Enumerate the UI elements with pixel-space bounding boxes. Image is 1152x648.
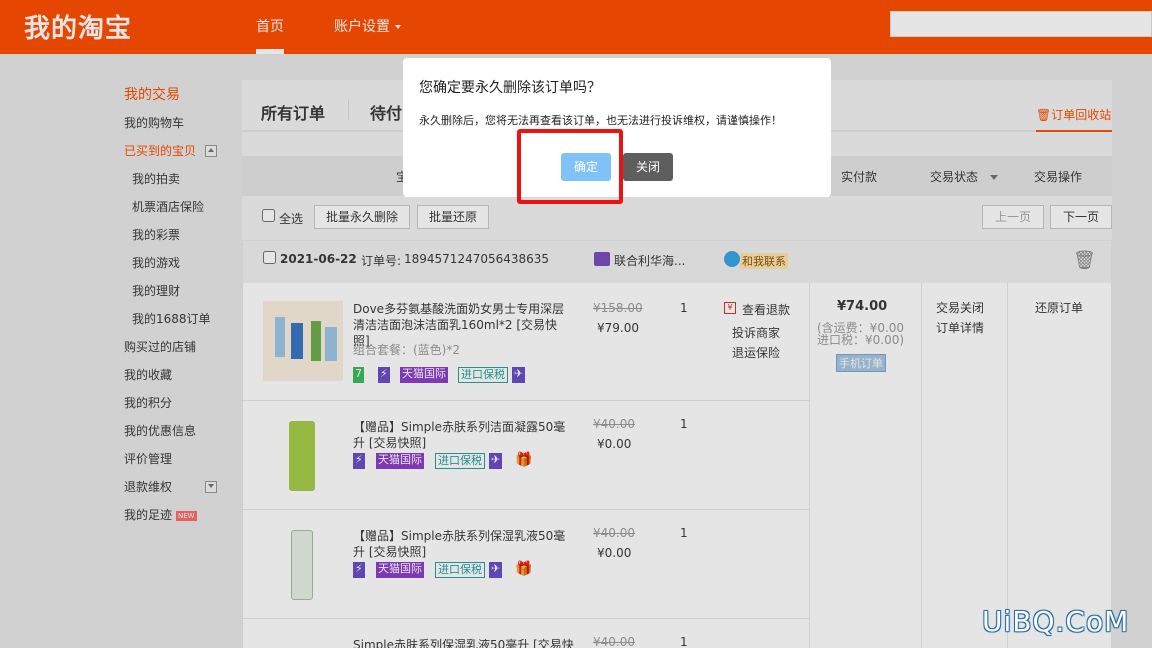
- highlight-box: [517, 129, 623, 204]
- watermark: UiBQ.CoM: [982, 605, 1130, 638]
- close-button[interactable]: 关闭: [623, 153, 673, 181]
- dialog-message: 永久删除后，您将无法再查看该订单，也无法进行投诉维权，请谨慎操作！: [419, 114, 782, 127]
- dialog-title: 您确定要永久删除该订单吗？: [419, 80, 601, 96]
